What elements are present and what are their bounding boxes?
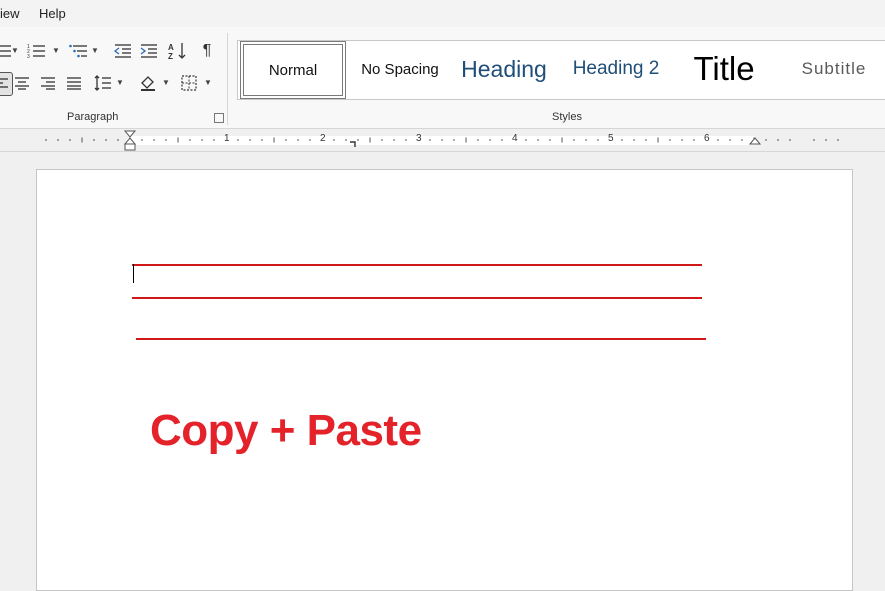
align-right-icon[interactable] [37,72,59,94]
increase-indent-icon[interactable] [138,40,160,62]
style-heading-2-label: Heading 2 [572,58,660,79]
style-heading-label: Heading [461,55,547,82]
ruler-number: 4 [512,133,518,144]
ruler-number: 5 [608,133,614,144]
multilevel-list-icon[interactable] [68,40,90,62]
style-title-label: Title [693,50,755,87]
style-subtitle-label: Subtitle [801,59,867,78]
red-horizontal-line[interactable] [132,297,702,299]
menu-view[interactable]: iew [0,6,20,21]
multilevel-dropdown-icon[interactable]: ▼ [91,46,99,55]
group-divider [227,33,228,125]
style-normal[interactable]: Normal [240,41,346,99]
menu-help[interactable]: Help [39,6,66,21]
bullets-dropdown-icon[interactable]: ▼ [11,46,19,55]
ruler-number: 1 [224,133,230,144]
sort-icon[interactable]: AZ [167,40,189,62]
document-page[interactable]: Copy + Paste [36,169,853,591]
styles-group-label: Styles [552,111,582,123]
shading-icon[interactable] [137,72,159,94]
ribbon: ▼ 123 ▼ ▼ AZ ¶ ▼ ▼ ▼ Paragraph Normal No… [0,27,885,129]
borders-dropdown-icon[interactable]: ▼ [204,78,212,87]
red-horizontal-line[interactable] [132,264,702,266]
line-spacing-dropdown-icon[interactable]: ▼ [116,78,124,87]
style-title[interactable]: Title [674,41,774,97]
text-cursor [133,264,134,283]
left-indent-marker [124,143,136,151]
style-no-spacing-label: No Spacing [361,60,439,78]
ruler-number: 2 [320,133,326,144]
document-text[interactable]: Copy + Paste [150,406,422,456]
menu-bar: iew Help [0,0,885,27]
ruler-number: 3 [416,133,422,144]
svg-text:Z: Z [168,52,173,60]
dialog-launcher-icon[interactable] [214,113,224,123]
svg-text:A: A [168,43,174,52]
svg-text:3: 3 [27,54,30,59]
style-no-spacing[interactable]: No Spacing [350,41,450,97]
style-heading-2[interactable]: Heading 2 [564,41,668,97]
decrease-indent-icon[interactable] [112,40,134,62]
horizontal-ruler[interactable]: 1 2 3 4 5 6 [0,129,885,152]
align-center-icon[interactable] [11,72,33,94]
ruler-ticks [45,130,839,151]
shading-dropdown-icon[interactable]: ▼ [162,78,170,87]
borders-icon[interactable] [178,72,200,94]
paragraph-group-label: Paragraph [67,111,119,123]
line-spacing-icon[interactable] [92,72,114,94]
style-heading[interactable]: Heading [452,41,556,97]
style-normal-label: Normal [268,61,318,79]
show-formatting-icon[interactable]: ¶ [196,40,218,62]
justify-icon[interactable] [63,72,85,94]
style-subtitle[interactable]: Subtitle [784,41,884,97]
ruler-number: 6 [704,133,710,144]
red-horizontal-line[interactable] [136,338,706,340]
numbering-icon[interactable]: 123 [26,40,48,62]
numbering-dropdown-icon[interactable]: ▼ [52,46,60,55]
styles-gallery: Normal No Spacing Heading Heading 2 Titl… [237,40,885,100]
